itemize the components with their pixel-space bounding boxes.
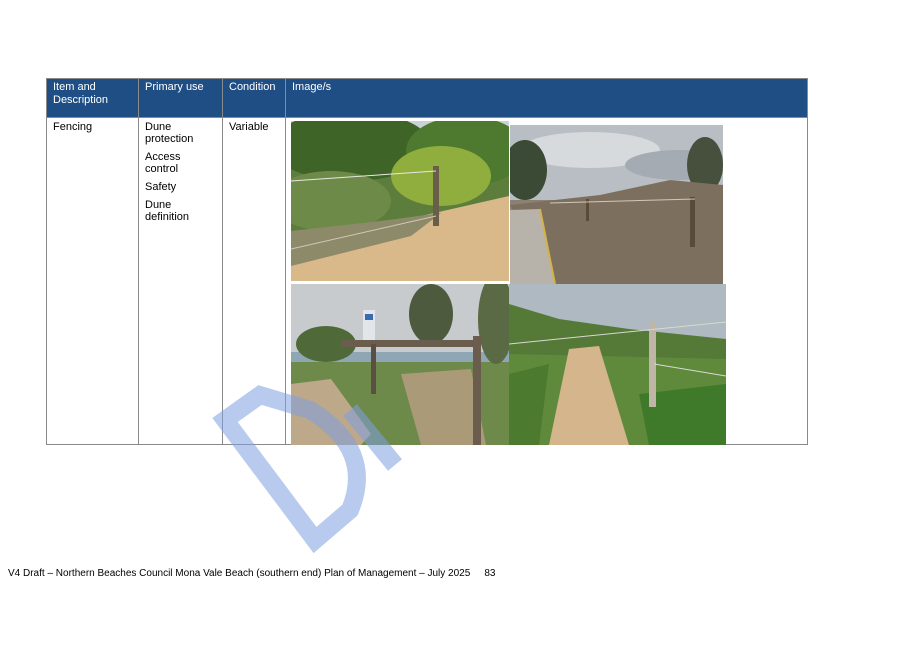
table-row: Fencing Dune protection Access control S… [46,117,808,445]
condition-cell: Variable [222,117,286,445]
dune-fence-photo-4 [509,284,726,445]
footer-text: V4 Draft – Northern Beaches Council Mona… [8,568,471,579]
photo-grid [291,121,727,445]
header-primary-use: Primary use [138,78,223,118]
page-number: 83 [484,568,496,579]
asset-table: Item and Description Primary use Conditi… [46,78,808,445]
use-item: Dune definition [145,199,190,223]
primary-use-cell: Dune protection Access control Safety Du… [138,117,223,445]
item-cell: Fencing [46,117,139,445]
header-condition: Condition [222,78,286,118]
header-item-description: Item and Description [46,78,139,118]
page-footer: V4 Draft – Northern Beaches Council Mona… [8,568,495,579]
use-item: Dune protection [145,121,194,145]
use-item: Safety [145,181,177,193]
dune-fence-photo-2 [510,125,723,284]
header-images: Image/s [285,78,808,118]
dune-fence-photo-3 [291,284,509,445]
use-item: Access control [145,151,181,175]
table-header-row: Item and Description Primary use Conditi… [46,78,808,118]
dune-fence-photo-1 [291,121,509,281]
document-page: Item and Description Primary use Conditi… [0,0,914,647]
images-cell [285,117,808,445]
